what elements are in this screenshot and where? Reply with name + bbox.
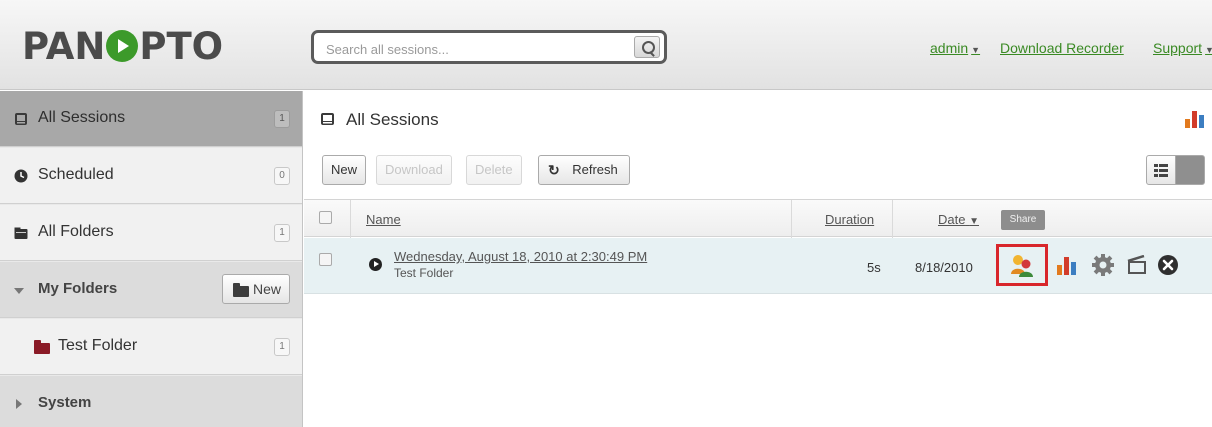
search-box bbox=[311, 30, 667, 64]
sessions-icon bbox=[321, 113, 334, 125]
column-header-duration[interactable]: Duration bbox=[825, 212, 874, 227]
count-badge: 0 bbox=[274, 167, 290, 185]
sidebar-item-label: Test Folder bbox=[58, 337, 138, 354]
sidebar-item-all-sessions[interactable]: All Sessions 1 bbox=[0, 91, 302, 147]
folder-icon bbox=[34, 340, 50, 354]
refresh-icon: ↻ bbox=[548, 162, 560, 178]
sidebar-item-my-folders[interactable]: My Folders New bbox=[0, 262, 302, 318]
chevron-down-icon: ▼ bbox=[971, 45, 981, 55]
sidebar-item-label: System bbox=[38, 394, 92, 411]
page-title: All Sessions bbox=[346, 110, 439, 129]
list-view-icon[interactable] bbox=[1146, 155, 1176, 185]
detail-view-icon[interactable] bbox=[1175, 155, 1205, 185]
sidebar-item-test-folder[interactable]: Test Folder 1 bbox=[0, 319, 302, 375]
session-date: 8/18/2010 bbox=[915, 260, 973, 275]
expand-triangle-icon[interactable] bbox=[14, 288, 24, 294]
chevron-down-icon: ▼ bbox=[1205, 45, 1212, 55]
sessions-icon bbox=[15, 113, 27, 125]
sidebar: All Sessions 1 Scheduled 0 All Folders 1… bbox=[0, 91, 303, 427]
logo-text-left: PAN bbox=[22, 24, 106, 68]
new-folder-label: New bbox=[253, 281, 282, 297]
delete-icon[interactable] bbox=[1157, 254, 1179, 276]
download-recorder-link[interactable]: Download Recorder bbox=[1000, 40, 1124, 56]
main-title-row: All Sessions bbox=[304, 91, 1212, 146]
panopto-logo[interactable]: PAN PTO bbox=[22, 24, 223, 68]
share-highlight-box bbox=[996, 244, 1048, 286]
count-badge: 1 bbox=[274, 110, 290, 128]
delete-button[interactable]: Delete bbox=[466, 155, 522, 185]
toolbar: New Download Delete ↻ Refresh bbox=[304, 147, 1212, 197]
column-header-date[interactable]: Date ▼ bbox=[938, 212, 979, 227]
view-toggle bbox=[1146, 155, 1206, 185]
admin-menu-link[interactable]: admin ▼ bbox=[930, 40, 980, 56]
folder-icon bbox=[233, 283, 249, 297]
column-header-name[interactable]: Name bbox=[366, 212, 401, 227]
sort-desc-icon: ▼ bbox=[969, 216, 979, 227]
column-divider bbox=[350, 200, 351, 238]
session-title-link[interactable]: Wednesday, August 18, 2010 at 2:30:49 PM bbox=[394, 249, 647, 264]
logo-text-right: PTO bbox=[139, 24, 224, 68]
main-content: All Sessions New Download Delete ↻ Refres… bbox=[304, 91, 1212, 427]
clock-icon bbox=[14, 169, 28, 183]
sidebar-item-label: My Folders bbox=[38, 280, 118, 297]
new-button[interactable]: New bbox=[322, 155, 367, 185]
search-input[interactable] bbox=[326, 39, 626, 59]
sidebar-item-label: Scheduled bbox=[38, 166, 114, 183]
share-tooltip: Share bbox=[1001, 210, 1045, 230]
row-checkbox[interactable] bbox=[319, 253, 332, 266]
stats-icon[interactable] bbox=[1184, 107, 1206, 129]
count-badge: 1 bbox=[274, 224, 290, 242]
top-header: PAN PTO admin▼ Download Recorder Support… bbox=[0, 0, 1212, 90]
table-row[interactable]: Wednesday, August 18, 2010 at 2:30:49 PM… bbox=[304, 238, 1212, 294]
sidebar-item-all-folders[interactable]: All Folders 1 bbox=[0, 205, 302, 261]
refresh-label: Refresh bbox=[572, 162, 618, 177]
editor-icon[interactable] bbox=[1126, 255, 1148, 275]
sidebar-item-label: All Sessions bbox=[38, 109, 126, 126]
collapse-triangle-icon[interactable] bbox=[16, 399, 22, 409]
refresh-button[interactable]: ↻ Refresh bbox=[538, 155, 630, 185]
sidebar-item-system[interactable]: System bbox=[0, 376, 302, 427]
logo-play-icon bbox=[106, 30, 139, 62]
download-button[interactable]: Download bbox=[376, 155, 452, 185]
search-icon[interactable] bbox=[634, 36, 660, 58]
column-divider bbox=[791, 200, 792, 238]
select-all-checkbox[interactable] bbox=[319, 211, 332, 224]
session-folder: Test Folder bbox=[394, 266, 454, 280]
play-icon[interactable] bbox=[369, 258, 382, 271]
session-duration: 5s bbox=[867, 260, 881, 275]
table-header: Name Duration Date ▼ bbox=[304, 199, 1212, 238]
sidebar-item-label: All Folders bbox=[38, 223, 114, 240]
column-divider bbox=[892, 200, 893, 238]
stats-icon[interactable] bbox=[1056, 254, 1078, 276]
support-menu-link[interactable]: Support ▼ bbox=[1153, 40, 1212, 56]
new-folder-button[interactable]: New bbox=[222, 274, 290, 304]
count-badge: 1 bbox=[274, 338, 290, 356]
settings-icon[interactable] bbox=[1092, 254, 1114, 276]
folders-icon bbox=[14, 227, 28, 239]
sidebar-item-scheduled[interactable]: Scheduled 0 bbox=[0, 148, 302, 204]
column-header-date-label: Date bbox=[938, 212, 966, 227]
